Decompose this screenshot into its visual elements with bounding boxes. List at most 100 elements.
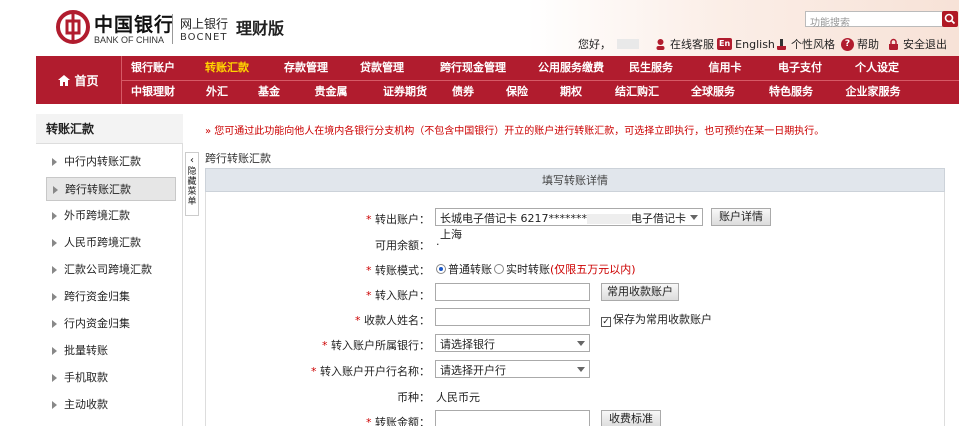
save-payee-checkbox[interactable]: ✓ 保存为常用收款账户 — [601, 311, 712, 327]
help-label: 帮助 — [857, 38, 879, 51]
arrow-right-icon — [52, 401, 57, 409]
to-account-input[interactable] — [435, 283, 590, 301]
nav-entrepreneur[interactable]: 企业家服务 — [836, 80, 910, 104]
sidebar-item-domestic[interactable]: 中行内转账汇款 — [46, 150, 176, 174]
sidebar-item-foreign-cross[interactable]: 外币跨境汇款 — [46, 204, 176, 228]
arrow-right-icon — [52, 239, 57, 247]
hide-menu-toggle[interactable]: ‹ 隐藏菜单 — [185, 152, 199, 216]
sidebar-item-mobile-cash[interactable]: 手机取款 — [46, 366, 176, 390]
product-name-en: BOCNET — [180, 32, 228, 43]
search-button[interactable] — [942, 11, 958, 27]
currency-label: 币种： — [397, 391, 430, 404]
nav-livelihood[interactable]: 民生服务 — [620, 56, 682, 80]
save-payee-label: 保存为常用收款账户 — [613, 313, 712, 326]
mode-realtime-radio[interactable]: 实时转账(仅限五万元以内) — [494, 261, 636, 277]
arrow-right-icon — [52, 293, 57, 301]
style-icon — [777, 38, 786, 50]
sidebar-item-rmb-cross[interactable]: 人民币跨境汇款 — [46, 231, 176, 255]
chevron-down-icon — [577, 367, 585, 372]
nav-featured[interactable]: 特色服务 — [760, 80, 822, 104]
mode-normal-radio[interactable]: 普通转账 — [436, 261, 492, 277]
mode-realtime-label: 实时转账 — [506, 263, 550, 276]
personal-style-link[interactable]: 个性风格 — [775, 37, 835, 51]
nav-transfer[interactable]: 转账汇款 — [196, 56, 258, 80]
nav-settings[interactable]: 个人设定 — [842, 56, 912, 80]
sidebar-item-intrabank-pool[interactable]: 行内资金归集 — [46, 312, 176, 336]
arrow-right-icon — [52, 212, 57, 220]
sidebar-item-label: 中行内转账汇款 — [64, 155, 141, 168]
nav-divider — [122, 80, 959, 81]
nav-home[interactable]: 首页 — [36, 56, 122, 104]
common-payee-button[interactable]: 常用收款账户 — [601, 283, 679, 301]
customer-service-icon — [656, 38, 665, 50]
sidebar-item-interbank[interactable]: 跨行转账汇款 — [46, 177, 176, 201]
nav-bond[interactable]: 债券 — [444, 80, 482, 104]
sidebar-item-label: 跨行转账汇款 — [65, 183, 131, 196]
nav-home-label: 首页 — [74, 73, 99, 88]
mode-label: * 转账模式： — [366, 264, 430, 277]
sidebar-item-collect[interactable]: 主动收款 — [46, 393, 176, 417]
online-service-link[interactable]: 在线客服 — [654, 37, 714, 51]
notice-text: » 您可通过此功能向他人在境内各银行分支机构（不包含中国银行）开立的账户进行转账… — [205, 126, 825, 137]
chevron-down-icon — [690, 215, 698, 220]
payee-name-input[interactable] — [435, 308, 590, 326]
amount-input[interactable] — [435, 410, 590, 426]
branch-select[interactable]: 请选择开户行 — [435, 360, 590, 378]
nav-global[interactable]: 全球服务 — [682, 80, 744, 104]
arrow-right-icon — [53, 186, 58, 194]
sidebar: 转账汇款 中行内转账汇款 跨行转账汇款 外币跨境汇款 人民币跨境汇款 汇款公司跨… — [36, 114, 183, 426]
amount-label: * 转账金额： — [366, 416, 430, 426]
home-icon — [58, 74, 71, 86]
mode-realtime-note: (仅限五万元以内) — [550, 263, 636, 276]
from-account-value: 长城电子借记卡 6217******* — [440, 212, 587, 225]
nav-option[interactable]: 期权 — [552, 80, 590, 104]
product-name-cn: 网上银行 — [180, 17, 229, 31]
nav-cash-mgmt[interactable]: 跨行现金管理 — [428, 56, 518, 80]
fee-standard-button[interactable]: 收费标准 — [601, 410, 661, 426]
mode-normal-label: 普通转账 — [448, 263, 492, 276]
version-label: 理财版 — [236, 19, 285, 38]
account-detail-button[interactable]: 账户详情 — [711, 208, 771, 226]
nav-epay[interactable]: 电子支付 — [768, 56, 832, 80]
sidebar-item-label: 手机取款 — [64, 371, 108, 384]
balance-label: 可用余额： — [375, 239, 430, 252]
search-input[interactable]: 功能搜索 — [805, 11, 943, 29]
from-account-select[interactable]: 长城电子借记卡 6217******* 电子借记卡 上海 — [435, 208, 703, 241]
sidebar-item-interbank-pool[interactable]: 跨行资金归集 — [46, 285, 176, 309]
nav-credit-card[interactable]: 信用卡 — [696, 56, 754, 80]
sidebar-item-label: 外币跨境汇款 — [64, 209, 130, 222]
sidebar-item-remit-company[interactable]: 汇款公司跨境汇款 — [46, 258, 176, 282]
nav-fund[interactable]: 基金 — [250, 80, 288, 104]
sidebar-item-label: 批量转账 — [64, 344, 108, 357]
radio-selected-icon — [436, 264, 446, 274]
username-masked — [617, 39, 639, 49]
logout-link[interactable]: 安全退出 — [887, 37, 947, 51]
english-link[interactable]: En English — [717, 37, 775, 51]
currency-value: 人民币元 — [436, 391, 480, 404]
checkmark-icon: ✓ — [601, 317, 611, 327]
balance-value: . — [436, 235, 440, 248]
nav-utility[interactable]: 公用服务缴费 — [528, 56, 614, 80]
nav-deposit[interactable]: 存款管理 — [272, 56, 340, 80]
arrow-right-icon — [52, 374, 57, 382]
nav-forex[interactable]: 外汇 — [198, 80, 236, 104]
arrow-right-icon — [52, 347, 57, 355]
search-icon — [944, 13, 956, 25]
to-account-label: * 转入账户： — [366, 289, 430, 302]
help-link[interactable]: ? 帮助 — [841, 37, 879, 51]
nav-metal[interactable]: 贵金属 — [306, 80, 356, 104]
sidebar-item-batch[interactable]: 批量转账 — [46, 339, 176, 363]
sidebar-item-label: 汇款公司跨境汇款 — [64, 263, 152, 276]
nav-wealth[interactable]: 中银理财 — [122, 80, 184, 104]
nav-insurance[interactable]: 保险 — [498, 80, 536, 104]
nav-securities[interactable]: 证券期货 — [374, 80, 436, 104]
english-label: English — [735, 37, 775, 51]
bank-select-value: 请选择银行 — [440, 338, 495, 351]
branch-label: * 转入账户开户行名称： — [311, 365, 430, 378]
nav-loan[interactable]: 贷款管理 — [348, 56, 416, 80]
bank-select[interactable]: 请选择银行 — [435, 334, 590, 352]
nav-bank-account[interactable]: 银行账户 — [122, 56, 184, 80]
lock-icon — [889, 38, 898, 50]
arrow-right-icon — [52, 320, 57, 328]
nav-fx-settle[interactable]: 结汇购汇 — [606, 80, 668, 104]
